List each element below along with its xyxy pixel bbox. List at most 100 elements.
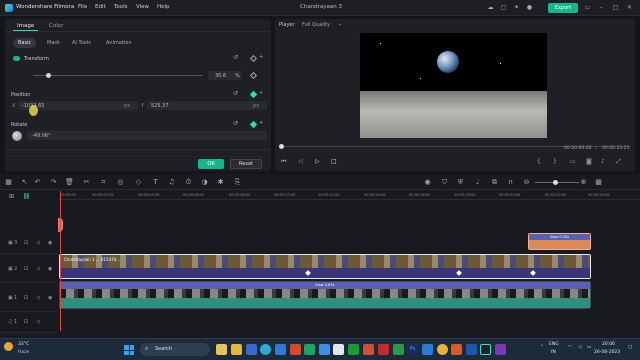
color-icon[interactable]: ◑ [200,178,209,186]
mark-out-icon[interactable]: } [553,158,557,165]
rotate-dial[interactable] [12,131,22,141]
add-track-icon[interactable]: ⊞ [7,193,16,200]
office-icon[interactable] [290,344,301,355]
tab-color[interactable]: Color [45,22,67,30]
reset-button[interactable]: Reset [230,159,262,169]
menu-help[interactable]: Help [157,4,170,10]
audio-icon[interactable]: ♫ [167,178,176,186]
xbox-icon[interactable] [348,344,359,355]
speaker-icon[interactable]: ◁ [578,345,581,350]
keyframe-icon[interactable]: ◇ [134,178,143,186]
media-icon[interactable] [378,344,389,355]
stop-icon[interactable]: □ [331,158,337,165]
main-video-clip[interactable]: Chandrayaan 3 ... 015474... [59,254,591,279]
taskview-icon[interactable] [246,344,257,355]
mute-icon[interactable]: ◁ [36,240,40,246]
lang-line2[interactable]: IN [551,350,556,355]
edge-icon[interactable] [260,344,271,355]
mark-in-icon[interactable]: { [537,158,541,165]
export-clip-icon[interactable]: ⎘ [233,178,242,187]
green-app-icon[interactable] [393,344,404,355]
layout-grid-icon[interactable]: ▦ [594,178,603,186]
orange-app-icon[interactable] [451,344,462,355]
word-icon[interactable] [422,344,433,355]
transform-add-icon[interactable]: + [259,54,263,60]
subtab-basic[interactable]: Basic [13,38,37,48]
menu-edit[interactable]: Edit [95,4,106,10]
player-progress-knob[interactable] [279,144,284,149]
cloud-icon[interactable]: ☁ [487,4,494,11]
transform-keyframe-icon[interactable] [249,54,258,63]
menu-view[interactable]: View [136,4,149,10]
transform-toggle[interactable] [13,56,20,61]
eye-icon[interactable]: ◉ [48,295,52,301]
clock-time[interactable]: 20:06 [602,342,615,347]
mute-icon[interactable]: ◁ [36,319,40,325]
speed-icon[interactable]: ◎ [116,178,125,186]
overlay-clip[interactable]: Slow 0.50x [528,233,591,250]
lock-icon[interactable]: ⊡ [24,295,28,301]
timeline-ruler[interactable]: 00:00:00 00:00:02:00 00:00:04:00 00:00:0… [58,191,640,200]
white-app-icon[interactable] [333,344,344,355]
lock-icon[interactable]: ⊡ [24,240,28,246]
purple-app-icon[interactable] [495,344,506,355]
eye-icon[interactable]: ◉ [48,240,52,246]
ok-button[interactable]: OK [198,159,224,169]
fullscreen-icon[interactable]: ⤢ [616,158,621,166]
rotate-keyframe-icon[interactable] [249,120,258,129]
eye-icon[interactable]: ◉ [48,266,52,272]
notification-icon[interactable]: ▢ [628,345,632,350]
volume-icon[interactable]: ♪ [601,158,605,165]
lock-icon[interactable]: ⊡ [24,319,28,325]
redo-icon[interactable]: ↷ [49,178,58,186]
select-icon[interactable]: ↖ [20,178,29,186]
windows-start-icon[interactable] [124,345,134,355]
wifi-icon[interactable]: ◠ [568,345,572,350]
scale-keyframe-icon[interactable] [249,71,258,80]
lock-icon[interactable]: ⊡ [24,266,28,272]
subtab-animation[interactable]: Animation [101,38,137,48]
snap-icon[interactable]: ⧉ [490,178,499,187]
zoom-out-icon[interactable]: ⊖ [522,178,531,186]
lens-icon[interactable] [319,344,330,355]
position-keyframe-icon[interactable] [249,90,258,99]
gift-icon[interactable]: ✦ [513,4,520,11]
export-button[interactable]: Export [548,3,578,13]
scale-slider-knob[interactable] [46,73,51,78]
chevron-down-icon[interactable]: ⌄ [338,21,342,27]
rotate-field[interactable] [27,131,267,140]
tray-chevron-icon[interactable]: ⌃ [540,345,544,350]
user-icon[interactable]: ● [526,4,533,11]
display-icon[interactable]: ▭ [570,158,576,165]
red-app-icon[interactable] [363,344,374,355]
render-icon[interactable]: ◉ [423,178,432,186]
widgets-icon[interactable] [216,344,227,355]
prev-frame-icon[interactable]: ⏮ [281,158,286,166]
position-add-icon[interactable]: + [259,90,263,96]
battery-icon[interactable]: ▭ [587,345,591,350]
effects-icon[interactable]: ✱ [216,178,225,186]
position-reset-icon[interactable]: ↺ [233,90,238,97]
file-explorer-icon[interactable] [231,344,242,355]
blue-app-icon[interactable] [466,344,477,355]
message-icon[interactable]: ▢ [500,4,507,11]
mic-icon[interactable]: ♩ [473,178,482,186]
filmora-taskbar-icon[interactable] [480,344,491,355]
zoom-in-icon[interactable]: ⊕ [579,178,588,186]
crop-icon[interactable]: ⌗ [99,178,108,187]
marker-icon[interactable]: ⛉ [440,178,449,187]
layout-icon[interactable]: ▭ [584,4,591,11]
minimize-icon[interactable]: – [598,4,605,11]
grid-icon[interactable]: ▦ [4,178,13,186]
play-icon[interactable]: ▷ [315,158,320,165]
delete-icon[interactable]: 🗑 [65,178,74,186]
shield-icon[interactable]: ⛨ [456,178,465,187]
store-icon[interactable] [275,344,286,355]
mute-icon[interactable]: ◁ [36,295,40,301]
undo-icon[interactable]: ↶ [33,178,42,186]
subtab-ai-tools[interactable]: AI Tools [67,38,96,48]
maximize-icon[interactable]: □ [612,4,619,11]
rotate-add-icon[interactable]: + [259,120,263,126]
tab-image[interactable]: Image [13,22,39,31]
link-icon[interactable]: ⛓ [22,193,31,200]
